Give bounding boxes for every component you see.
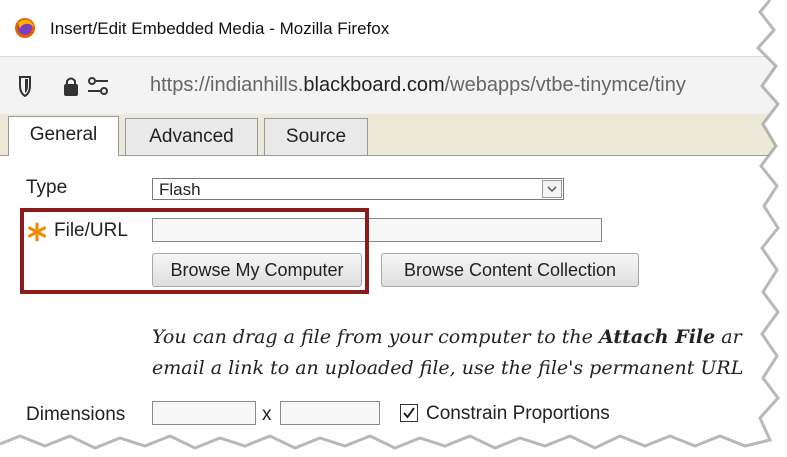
shield-icon[interactable] [19, 76, 31, 98]
type-select-value: Flash [159, 180, 201, 199]
browser-window: Insert/Edit Embedded Media - Mozilla Fir… [0, 0, 787, 457]
url-domain: blackboard.com [303, 74, 445, 96]
address-bar[interactable]: https://indianhills.blackboard.com/webap… [0, 56, 787, 116]
tab-source[interactable]: Source [264, 118, 368, 155]
type-select[interactable]: Flash [152, 178, 564, 200]
checkmark-icon [403, 407, 415, 419]
constrain-proportions-label: Constrain Proportions [426, 403, 610, 424]
dimensions-label: Dimensions [26, 404, 126, 425]
title-bar: Insert/Edit Embedded Media - Mozilla Fir… [0, 0, 787, 56]
constrain-proportions-checkbox[interactable] [400, 404, 418, 422]
window-title: Insert/Edit Embedded Media - Mozilla Fir… [50, 19, 390, 38]
type-label: Type [26, 177, 68, 198]
dimension-separator: x [262, 404, 272, 425]
permissions-icon[interactable] [88, 77, 108, 95]
lock-icon[interactable] [64, 77, 78, 97]
browse-content-collection-button[interactable]: Browse Content Collection [381, 253, 639, 287]
highlight-box [20, 208, 369, 294]
tab-advanced[interactable]: Advanced [125, 118, 258, 155]
info-text-line-1: You can drag a file from your computer t… [152, 326, 742, 348]
info-text-pre: You can drag a file from your computer t… [152, 326, 599, 348]
info-text-post: ar [715, 326, 742, 348]
tab-general[interactable]: General [8, 116, 119, 156]
url-suffix: /webapps/vtbe-tinymce/tiny [444, 74, 686, 96]
chevron-down-icon [547, 186, 557, 193]
firefox-logo-icon [15, 18, 35, 38]
info-text-line-2: email a link to an uploaded file, use th… [152, 357, 744, 379]
dropdown-button[interactable] [542, 180, 562, 198]
info-text-bold: Attach File [598, 326, 716, 348]
url-text[interactable]: https://indianhills.blackboard.com/webap… [150, 74, 686, 97]
address-bar-icons [19, 76, 108, 98]
height-input[interactable] [280, 401, 380, 425]
url-prefix: https://indianhills. [150, 74, 304, 96]
width-input[interactable] [152, 401, 256, 425]
